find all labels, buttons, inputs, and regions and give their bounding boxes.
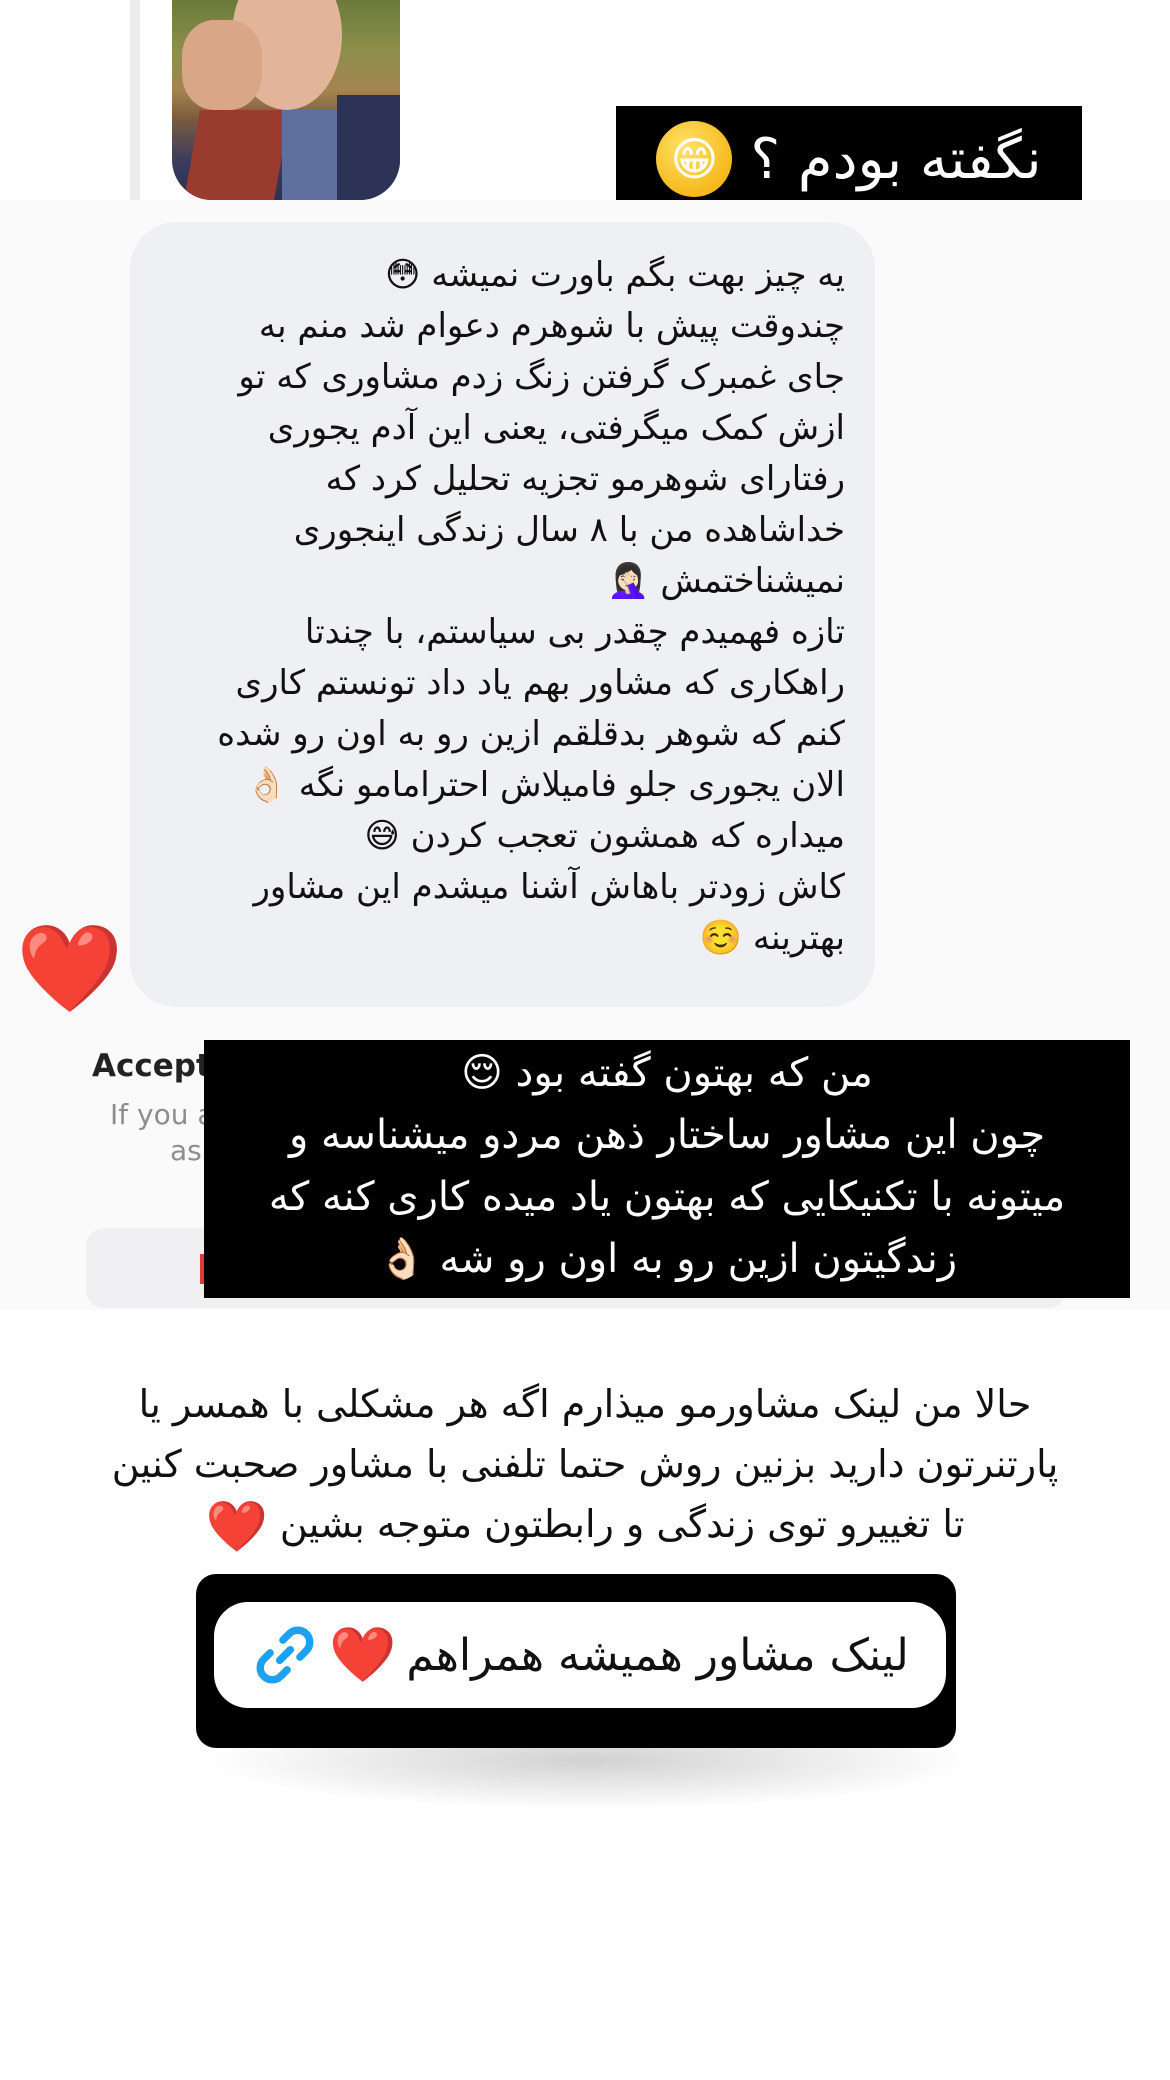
caption-overlay-line: میتونه با تکنیکایی که بهتون یاد میده کار… [268, 1174, 1066, 1220]
message-line: رفتارای شوهرمو تجزیه تحلیل کرد که [325, 459, 845, 499]
paragraph-line: پارتنرتون دارید بزنین روش حتما تلفنی با … [111, 1442, 1059, 1486]
photo-scarf [184, 110, 290, 200]
link-icon [256, 1626, 314, 1684]
message-line: الان یجوری جلو فامیلاش احترامامو نگه 👌🏻 [245, 765, 845, 805]
message-line: ازش کمک میگرفتی، یعنی این آدم یجوری [267, 408, 845, 448]
message-line: تازه فهمیدم چقدر بی سیاستم، با چندتا [304, 612, 845, 652]
caption-overlay-line: زندگیتون ازین رو به اون رو شه 👌🏻 [376, 1236, 958, 1282]
message-line: جای غمبرک گرفتن زنگ زدم مشاوری که تو [238, 357, 845, 397]
grinning-emoji-icon: 😁 [656, 121, 733, 197]
message-line: میداره که همشون تعجب کردن 😅 [364, 816, 845, 856]
message-line: چندوقت پیش با شوهرم دعوام شد منم به [258, 306, 845, 346]
heart-icon: ❤️ [329, 1623, 397, 1686]
heart-icon: ❤️ [205, 1497, 268, 1556]
photo-hand [182, 20, 262, 110]
message-line: راهکاری که مشاور بهم یاد داد تونستم کاری [235, 663, 845, 703]
message-line: خداشاهده من با ۸ سال زندگی اینجوری [293, 510, 845, 550]
caption-top-text: نگفته بودم ؟ [750, 126, 1042, 192]
caption-overlay-line: من که بهتون گفته بود 😌 [461, 1050, 873, 1096]
photo-scarf [337, 95, 400, 200]
dialog-body: If you a [110, 1098, 215, 1131]
message-line: کنم که شوهر بدقلقم ازین رو به اون رو شده [217, 714, 845, 754]
message-line: کاش زودتر باهاش آشنا میشدم این مشاور [253, 867, 846, 907]
dialog-title: Accept [92, 1048, 211, 1084]
message-line: بهترینه ☺️ [699, 918, 845, 958]
message-bubble[interactable]: یه چیز بهت بگم باورت نمیشه 😳 چندوقت پیش … [130, 222, 875, 1007]
shared-photo-thumbnail[interactable] [172, 0, 400, 200]
caption-overlay: من که بهتون گفته بود 😌 چون این مشاور ساخ… [204, 1040, 1130, 1298]
caption-overlay-line: چون این مشاور ساختار ذهن مردو میشناسه و [288, 1112, 1046, 1158]
link-label: لینک مشاور همیشه همراهم [406, 1629, 909, 1681]
caption-top: نگفته بودم ؟ 😁 [616, 106, 1082, 212]
paragraph-line: تا تغییرو توی زندگی و رابطتون متوجه بشین [279, 1502, 965, 1546]
dialog-body: as [170, 1134, 202, 1167]
link-sticker-button[interactable]: لینک مشاور همیشه همراهم ❤️ [214, 1602, 946, 1708]
message-line: نمیشناختمش 🤦🏻‍♀️ [607, 561, 845, 601]
paragraph-line: حالا من لینک مشاورمو میذارم اگه هر مشکلی… [138, 1382, 1032, 1426]
heart-reaction-icon[interactable]: ❤️ [16, 926, 123, 1012]
photo-divider [130, 0, 140, 200]
photo-scarf [282, 110, 342, 200]
story-paragraph: حالا من لینک مشاورمو میذارم اگه هر مشکلی… [70, 1374, 1100, 1557]
message-line: یه چیز بهت بگم باورت نمیشه 😳 [384, 255, 845, 295]
paragraph-line-last: تا تغییرو توی زندگی و رابطتون متوجه بشین… [70, 1494, 1100, 1557]
